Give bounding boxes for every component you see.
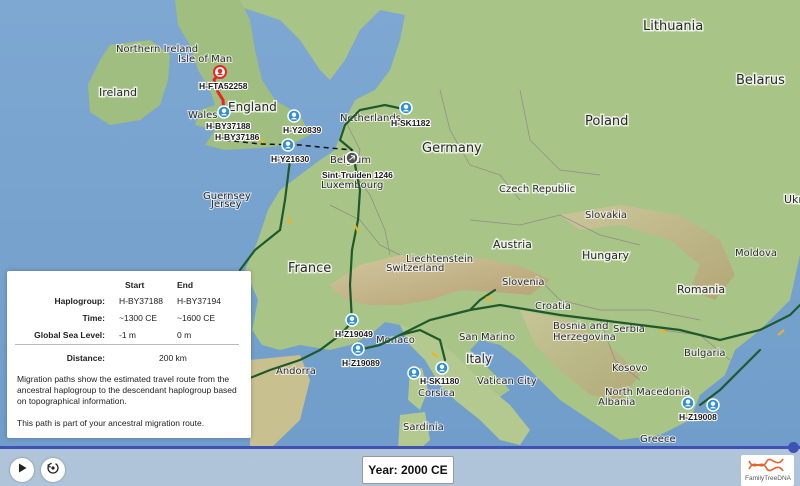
svg-text:Belarus: Belarus: [736, 73, 785, 88]
haplogroup-marker[interactable]: [345, 313, 359, 327]
svg-text:Czech Republic: Czech Republic: [499, 184, 575, 195]
svg-text:Greece: Greece: [640, 434, 676, 445]
haplogroup-end-value: H-BY37194: [177, 296, 221, 306]
svg-text:France: France: [288, 261, 331, 276]
time-end-value: ~1600 CE: [177, 313, 216, 323]
svg-text:Andorra: Andorra: [276, 366, 316, 377]
svg-text:Albania: Albania: [598, 397, 635, 408]
haplogroup-marker[interactable]: [681, 396, 695, 410]
haplogroup-marker[interactable]: [706, 398, 720, 412]
haplogroup-marker[interactable]: [435, 361, 449, 375]
distance-value: 200 km: [159, 353, 187, 363]
svg-text:Corsica: Corsica: [418, 388, 455, 399]
marker-label: H-Z19008: [679, 412, 717, 422]
ancient-sample-marker[interactable]: [345, 151, 359, 165]
svg-text:Switzerland: Switzerland: [386, 263, 444, 274]
svg-text:Jersey: Jersey: [210, 199, 242, 210]
marker-label: H-BY37186: [215, 132, 260, 142]
svg-text:Hungary: Hungary: [582, 249, 629, 262]
haplogroup-marker[interactable]: [407, 366, 421, 380]
marker-label: H-SK1180: [420, 376, 459, 386]
marker-label: H-SK1182: [391, 118, 430, 128]
svg-text:Slovenia: Slovenia: [502, 277, 545, 288]
ancestral-route-note: This path is part of your ancestral migr…: [17, 418, 205, 428]
marker-label: H-FTA52258: [199, 81, 248, 91]
svg-text:Wales: Wales: [188, 110, 218, 121]
sea-level-label: Global Sea Level:: [34, 330, 105, 340]
haplogroup-label: Haplogroup:: [54, 296, 105, 306]
play-button[interactable]: [10, 458, 34, 482]
panel-divider: [15, 344, 239, 345]
marker-label: H-Z19089: [342, 358, 380, 368]
svg-text:Ireland: Ireland: [99, 86, 137, 99]
svg-text:Poland: Poland: [585, 114, 628, 129]
time-label: Time:: [82, 313, 105, 323]
svg-text:Moldova: Moldova: [735, 248, 777, 259]
svg-text:Vatican City: Vatican City: [477, 376, 537, 387]
timeline-handle[interactable]: [788, 442, 799, 453]
year-display: Year: 2000 CE: [362, 456, 454, 484]
timeline-track[interactable]: [0, 446, 800, 449]
route-description: Migration paths show the estimated trave…: [17, 374, 237, 407]
distance-label: Distance:: [66, 353, 105, 363]
familytreedna-logo: FamilyTreeDNA: [741, 455, 794, 486]
brand-name: FamilyTreeDNA: [745, 475, 791, 482]
replay-button[interactable]: [41, 458, 65, 482]
svg-text:Slovakia: Slovakia: [585, 210, 627, 221]
marker-label: H-BY37188: [206, 121, 251, 131]
svg-text:Italy: Italy: [466, 352, 492, 366]
marker-label: H-Z19049: [335, 329, 373, 339]
haplogroup-marker[interactable]: [399, 101, 413, 115]
svg-text:Bulgaria: Bulgaria: [684, 348, 725, 359]
haplogroup-marker[interactable]: [351, 342, 365, 356]
end-column-header: End: [177, 280, 194, 290]
route-info-panel: Start End Haplogroup: H-BY37188 H-BY3719…: [7, 271, 251, 438]
svg-text:Kosovo: Kosovo: [612, 363, 648, 374]
svg-text:Ukr: Ukr: [784, 193, 800, 206]
svg-text:Herzegovina: Herzegovina: [553, 332, 616, 343]
haplogroup-marker[interactable]: [217, 105, 231, 119]
svg-text:Luxembourg: Luxembourg: [321, 180, 383, 191]
replay-icon: [46, 461, 60, 480]
svg-text:Austria: Austria: [493, 238, 532, 251]
svg-text:Croatia: Croatia: [535, 301, 571, 312]
svg-text:San Marino: San Marino: [459, 332, 515, 343]
haplogroup-marker[interactable]: [213, 65, 227, 79]
svg-text:Romania: Romania: [677, 283, 725, 296]
time-start-value: ~1300 CE: [119, 313, 158, 323]
svg-text:Isle of Man: Isle of Man: [178, 54, 232, 65]
play-icon: [16, 461, 28, 479]
dna-helix-icon: [748, 458, 784, 472]
sea-level-end-value: 0 m: [177, 330, 192, 340]
svg-text:Bosnia and: Bosnia and: [553, 321, 608, 332]
svg-text:Sardinia: Sardinia: [403, 422, 444, 433]
start-column-header: Start: [125, 280, 145, 290]
marker-label: H-Y20839: [283, 125, 322, 135]
svg-text:England: England: [228, 100, 277, 114]
year-label: Year: 2000 CE: [368, 463, 448, 477]
haplogroup-marker[interactable]: [287, 109, 301, 123]
marker-label: Sint-Truiden 1246: [322, 170, 393, 180]
svg-text:Germany: Germany: [422, 141, 482, 156]
haplogroup-start-value: H-BY37188: [119, 296, 163, 306]
sea-level-start-value: -1 m: [119, 330, 136, 340]
marker-label: H-Y21630: [271, 154, 310, 164]
svg-text:Lithuania: Lithuania: [643, 19, 703, 34]
haplogroup-marker[interactable]: [281, 138, 295, 152]
